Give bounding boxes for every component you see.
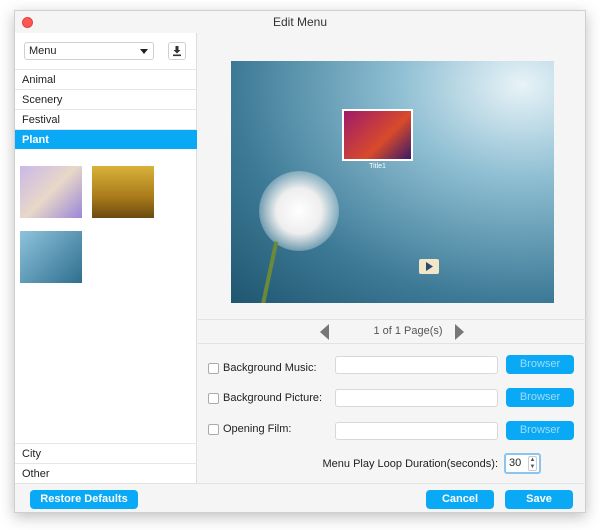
opening-film-checkbox[interactable]: [208, 423, 219, 435]
background-picture-checkbox[interactable]: [208, 392, 219, 404]
template-thumbnail-forest[interactable]: [92, 166, 154, 218]
template-thumbnail-flowers[interactable]: [20, 166, 82, 218]
save-button[interactable]: Save: [505, 490, 573, 509]
menu-preview: Title1: [231, 61, 554, 303]
page-indicator: 1 of 1 Page(s): [373, 325, 443, 337]
divider: [198, 319, 587, 320]
download-icon: [173, 46, 181, 57]
sidebar: Menu Animal Scenery Festival Plant City …: [15, 33, 197, 483]
category-plant[interactable]: Plant: [15, 129, 197, 149]
template-thumbnail-dandelion[interactable]: [20, 231, 82, 283]
editor-panel: Title1 1 of 1 Page(s) Background Music: …: [198, 33, 587, 483]
category-other[interactable]: Other: [15, 463, 197, 483]
loop-duration-value: 30: [509, 457, 522, 469]
dropdown-value: Menu: [29, 45, 57, 57]
loop-duration-label: Menu Play Loop Duration(seconds):: [322, 458, 498, 470]
play-button[interactable]: [419, 259, 439, 274]
background-music-browse-button[interactable]: Browser: [506, 355, 574, 374]
background-music-checkbox[interactable]: [208, 362, 219, 374]
category-city[interactable]: City: [15, 443, 197, 463]
title-bar: Edit Menu: [15, 11, 585, 33]
close-button[interactable]: [22, 17, 33, 28]
menu-type-dropdown[interactable]: Menu: [24, 42, 154, 60]
play-icon: [426, 262, 433, 271]
background-music-input[interactable]: [335, 356, 498, 374]
stepper-arrows-icon[interactable]: ▲ ▼: [528, 456, 537, 471]
opening-film-label: Opening Film:: [223, 423, 292, 435]
divider: [198, 343, 587, 344]
category-scenery[interactable]: Scenery: [15, 89, 197, 109]
opening-film-input[interactable]: [335, 422, 498, 440]
dandelion-image: [259, 171, 339, 251]
prev-page-button[interactable]: [320, 324, 329, 340]
window-title: Edit Menu: [272, 15, 328, 29]
chevron-down-icon: [140, 49, 148, 54]
edit-menu-window: Edit Menu Menu Animal Scenery Festival P…: [14, 10, 587, 513]
background-picture-label: Background Picture:: [223, 392, 323, 404]
next-page-button[interactable]: [455, 324, 464, 340]
loop-duration-stepper[interactable]: 30 ▲ ▼: [504, 453, 541, 474]
category-festival[interactable]: Festival: [15, 109, 197, 129]
restore-defaults-button[interactable]: Restore Defaults: [30, 490, 138, 509]
background-picture-input[interactable]: [335, 389, 498, 407]
title-thumbnail[interactable]: [342, 109, 413, 161]
footer-divider: [15, 483, 587, 484]
download-button[interactable]: [168, 42, 186, 60]
opening-film-browse-button[interactable]: Browser: [506, 421, 574, 440]
background-music-label: Background Music:: [223, 362, 317, 374]
background-picture-browse-button[interactable]: Browser: [506, 388, 574, 407]
category-animal[interactable]: Animal: [15, 69, 197, 89]
cancel-button[interactable]: Cancel: [426, 490, 494, 509]
title-label: Title1: [369, 163, 386, 170]
dandelion-stem: [259, 241, 279, 303]
